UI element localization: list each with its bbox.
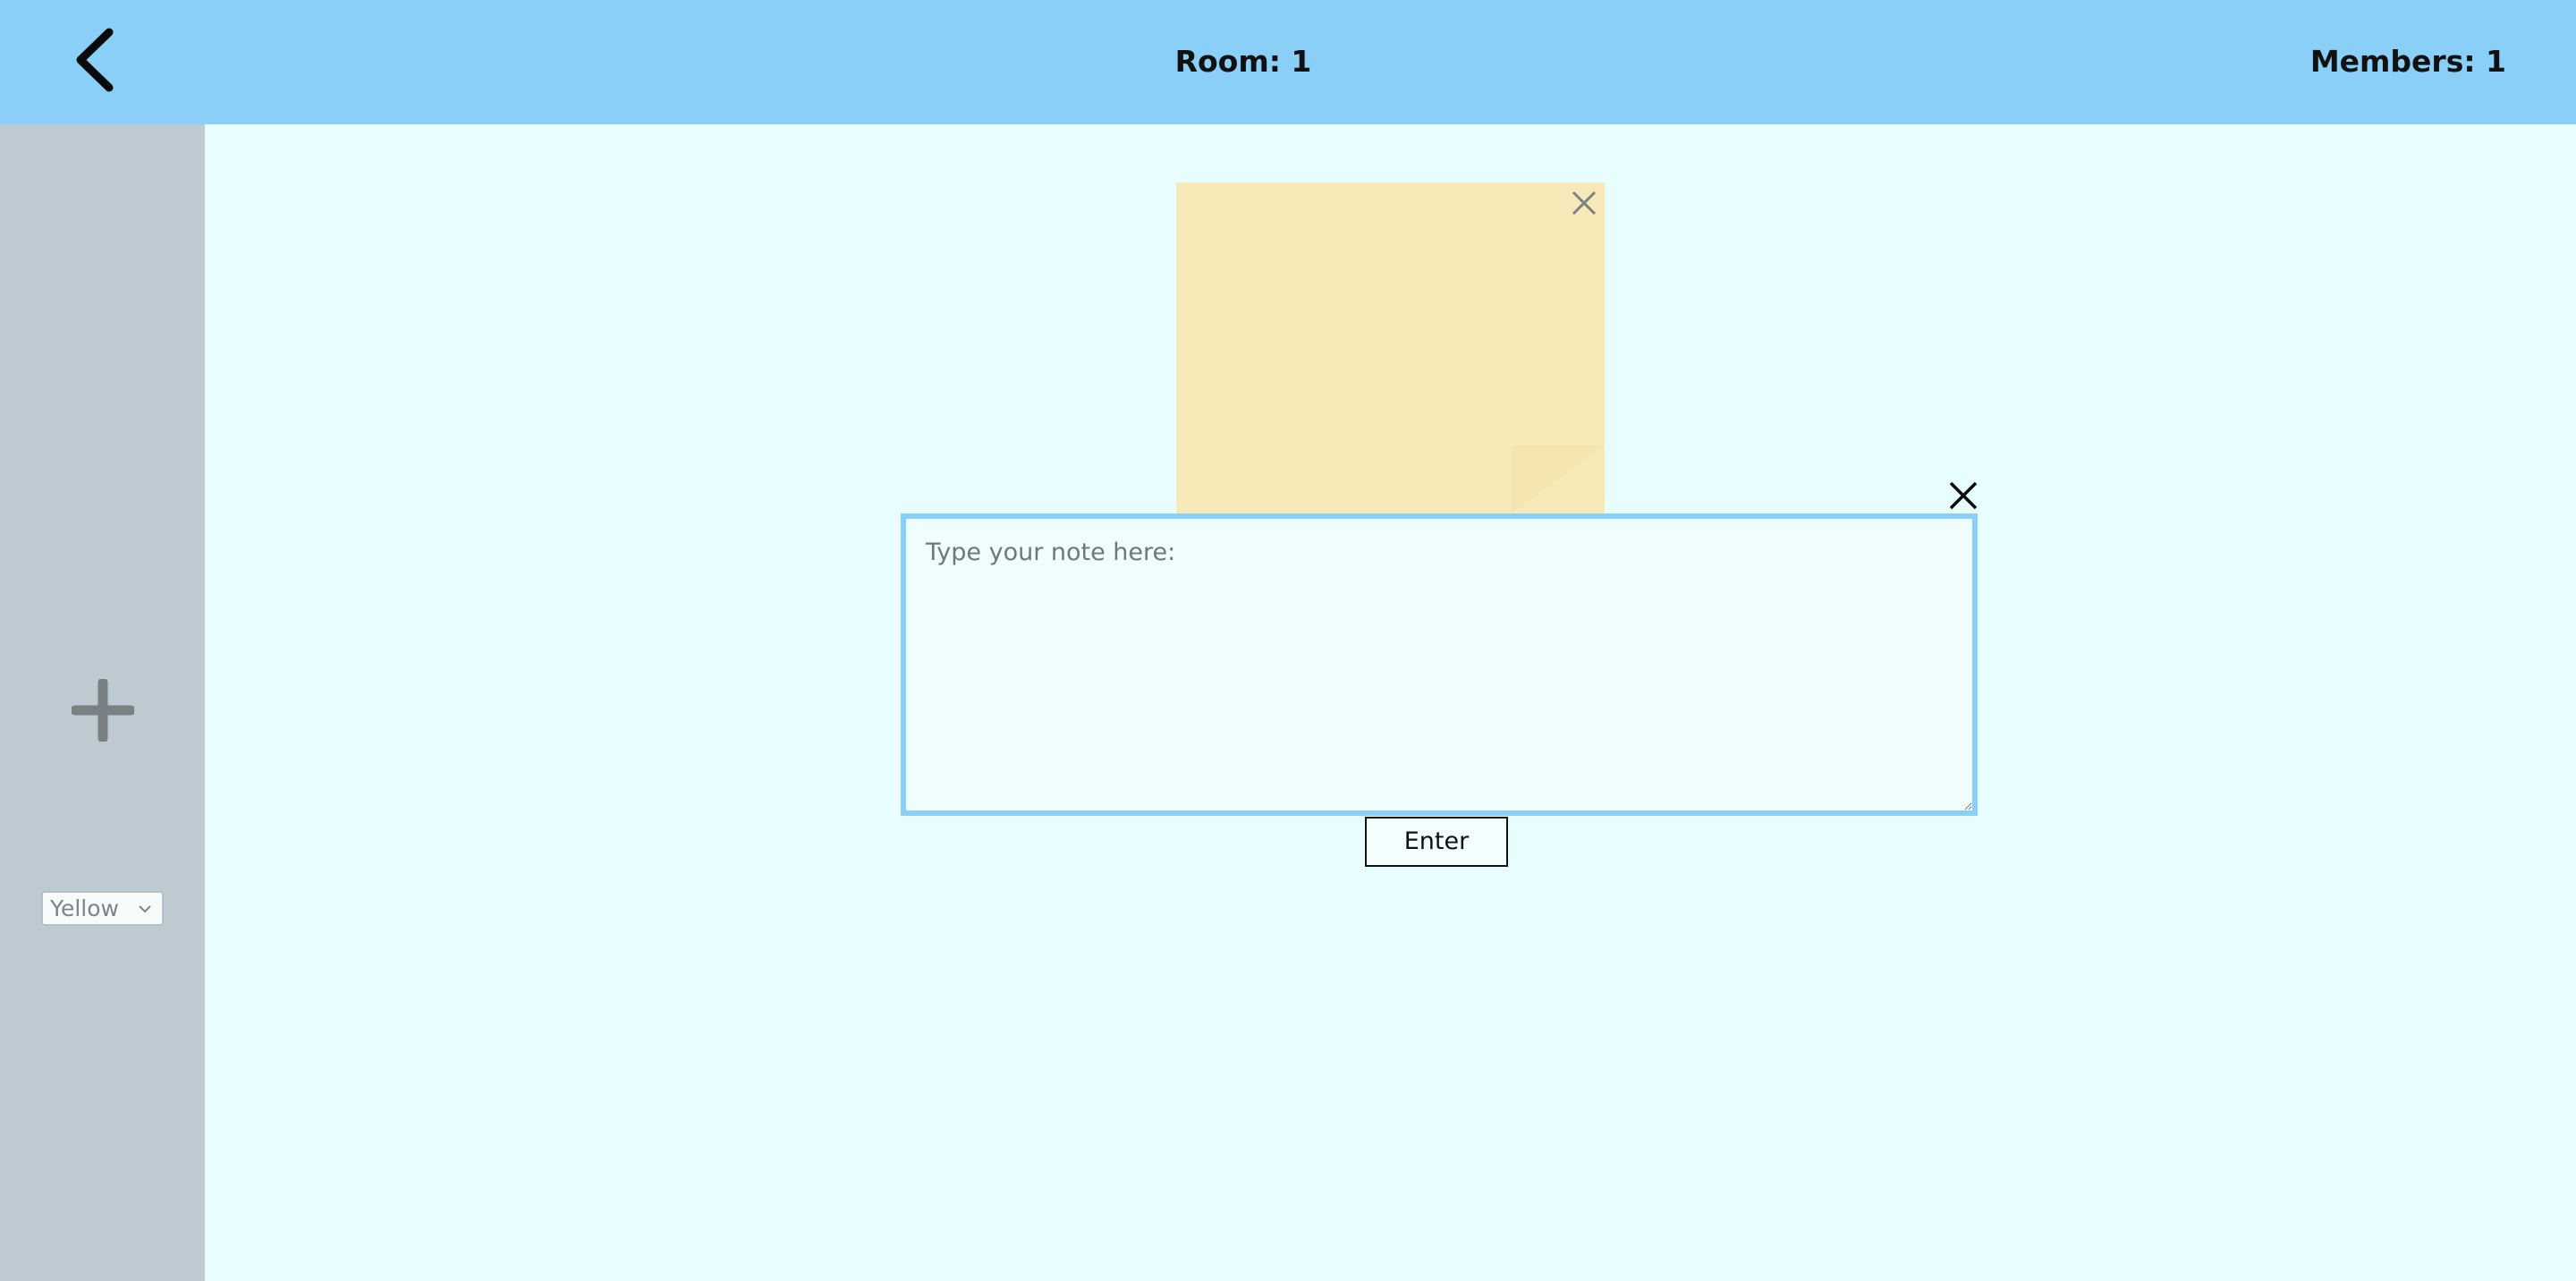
- sticky-note-close-button[interactable]: [1571, 190, 1597, 216]
- note-color-select[interactable]: Yellow: [41, 891, 164, 926]
- note-textarea[interactable]: [901, 513, 1978, 816]
- members-count: Members: 1: [2309, 44, 2506, 79]
- sidebar: Yellow: [0, 124, 205, 1281]
- chevron-left-icon: [76, 28, 114, 92]
- note-color-selected-value: Yellow: [50, 895, 119, 921]
- chevron-down-icon: [139, 905, 151, 913]
- enter-button[interactable]: Enter: [1365, 817, 1508, 867]
- editor-close-button[interactable]: [1947, 479, 1979, 512]
- sticky-note[interactable]: [1176, 182, 1605, 513]
- add-note-button[interactable]: [70, 677, 136, 743]
- back-button[interactable]: [70, 27, 125, 93]
- top-bar: Room: 1 Members: 1: [0, 0, 2576, 124]
- close-icon: [1949, 481, 1978, 510]
- plus-icon: [70, 677, 136, 743]
- sticky-note-fold: [1512, 445, 1605, 513]
- close-icon: [1572, 191, 1597, 216]
- room-label: Room: 1: [1174, 44, 1312, 79]
